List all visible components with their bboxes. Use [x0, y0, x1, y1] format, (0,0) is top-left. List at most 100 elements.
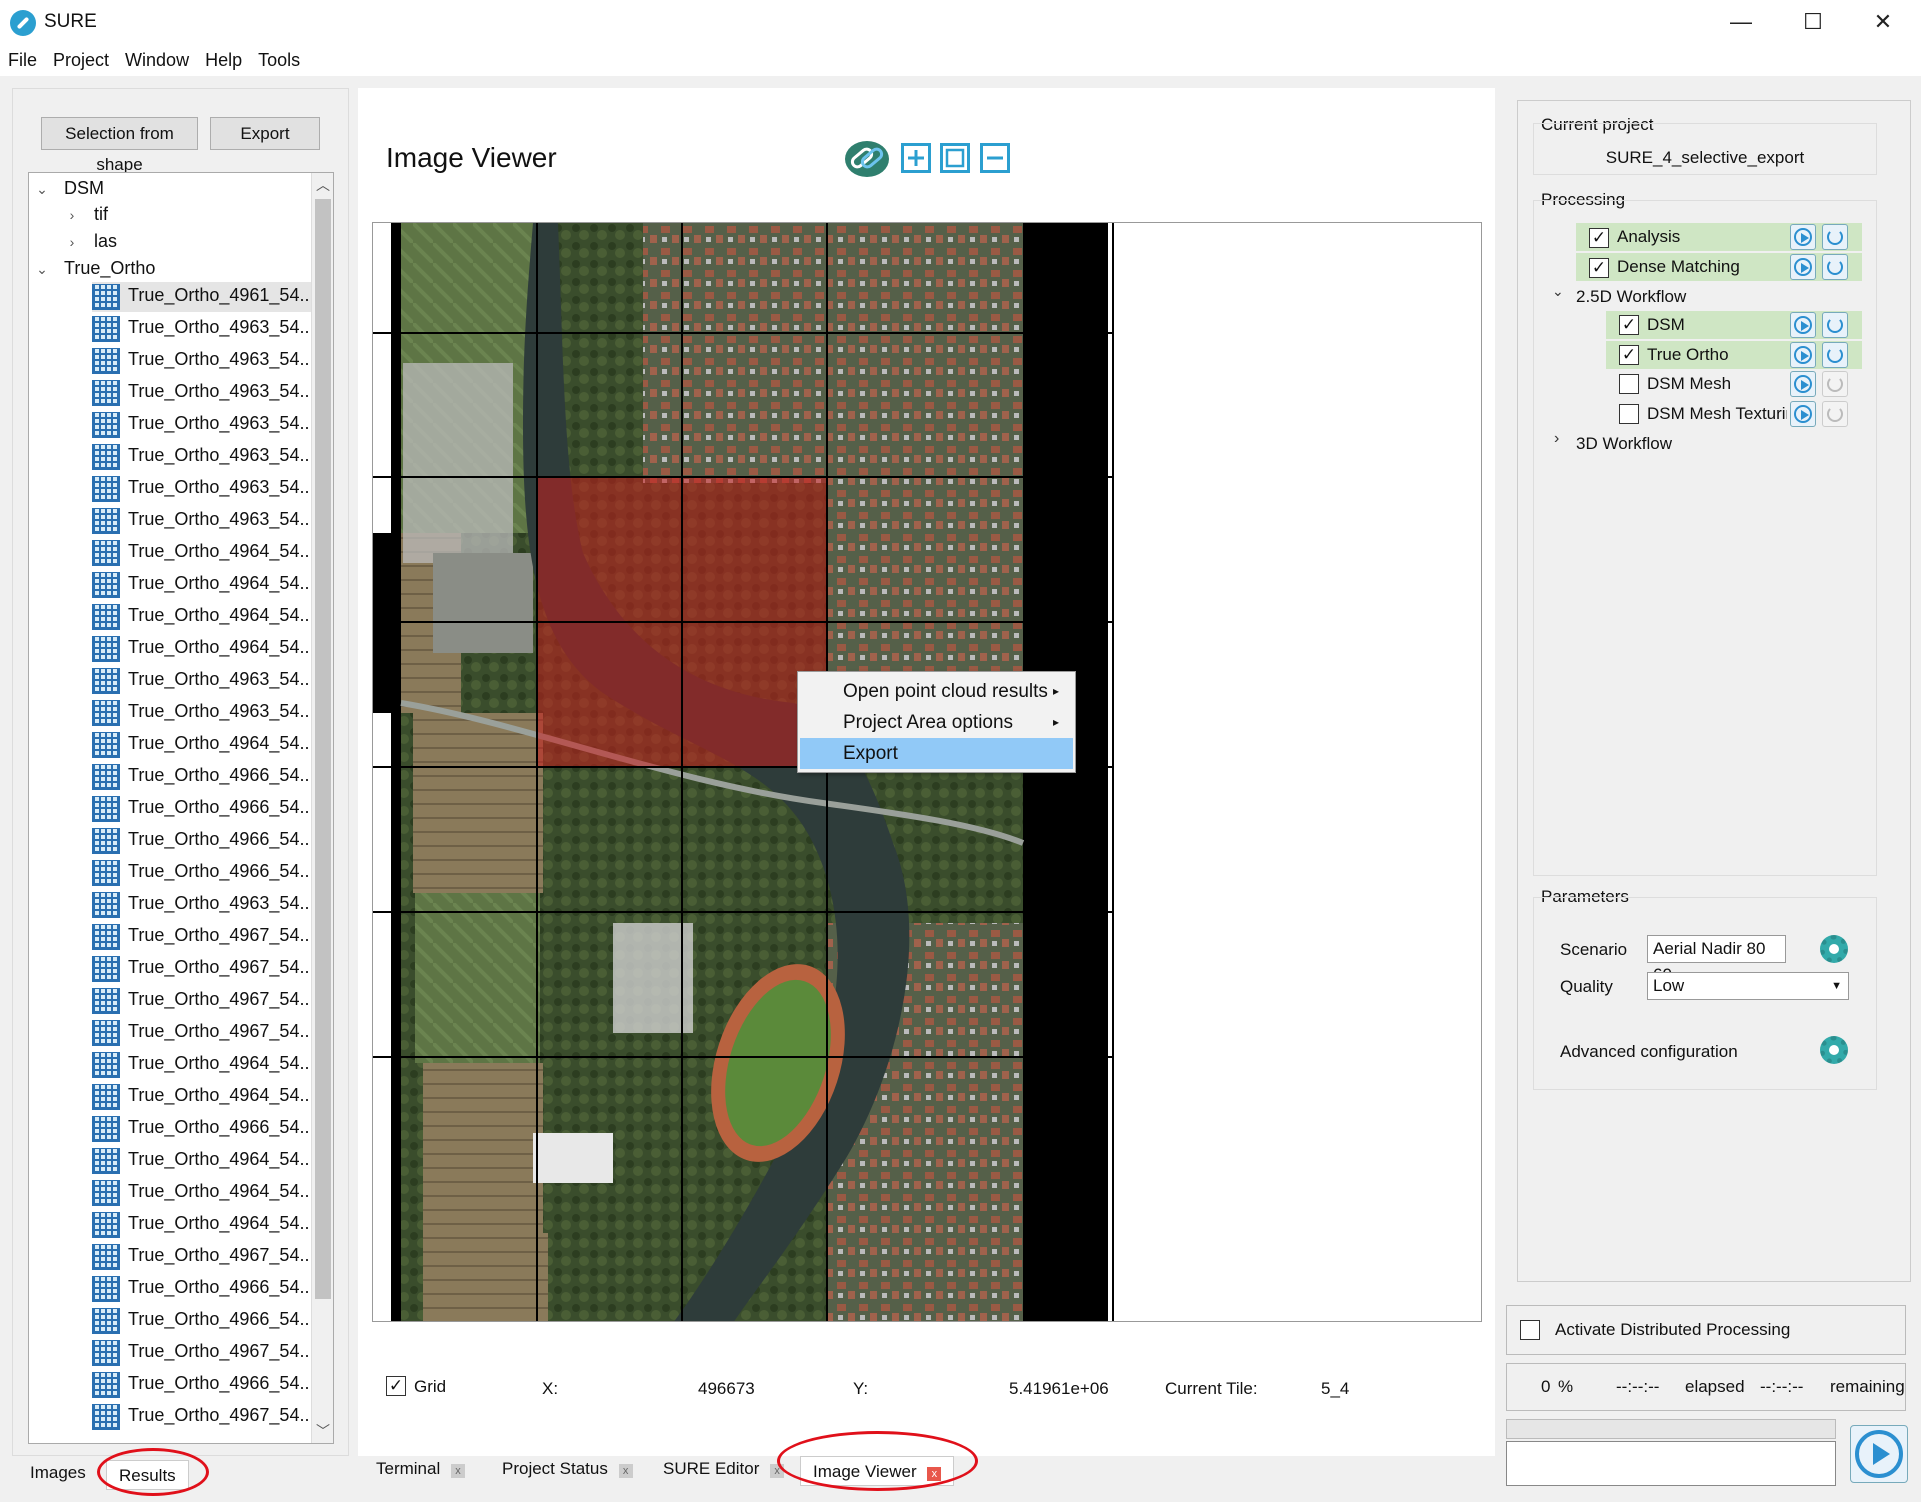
tree-item-true-ortho-tile[interactable]: True_Ortho_4963_54... [92, 314, 314, 344]
analysis-checkbox[interactable]: ✓ [1589, 228, 1609, 248]
zoom-out-icon[interactable] [980, 143, 1010, 173]
chevron-right-icon[interactable]: › [65, 229, 79, 256]
dense-matching-checkbox[interactable]: ✓ [1589, 258, 1609, 278]
tree-item-true-ortho-tile[interactable]: True_Ortho_4964_54... [92, 1082, 314, 1112]
tree-item-true-ortho-tile[interactable]: True_Ortho_4967_54... [92, 1338, 314, 1368]
tree-node-dsm[interactable]: ⌄ DSM [35, 175, 104, 202]
reset-dense-matching-icon[interactable] [1822, 254, 1848, 280]
grid-checkbox[interactable]: ✓ [386, 1376, 406, 1396]
reset-true-ortho-icon[interactable] [1822, 342, 1848, 368]
tree-item-true-ortho-tile[interactable]: True_Ortho_4964_54... [92, 538, 314, 568]
menu-file[interactable]: File [8, 44, 45, 76]
close-tab-icon[interactable]: x [450, 1464, 465, 1478]
close-button[interactable]: ✕ [1848, 0, 1918, 44]
tree-item-true-ortho-tile[interactable]: True_Ortho_4964_54... [92, 602, 314, 632]
start-processing-button[interactable] [1850, 1425, 1908, 1483]
menu-window[interactable]: Window [125, 44, 197, 76]
scroll-down-arrow-icon[interactable]: ﹀ [312, 1419, 333, 1443]
tab-sure-editor[interactable]: SURE Editor x [651, 1454, 796, 1484]
run-dsm-mesh-texturing-icon[interactable] [1790, 401, 1816, 427]
close-tab-icon[interactable]: x [618, 1464, 633, 1478]
tree-item-true-ortho-tile[interactable]: True_Ortho_4967_54... [92, 986, 314, 1016]
tree-item-true-ortho-tile[interactable]: True_Ortho_4967_54... [92, 954, 314, 984]
tree-node-las[interactable]: › las [65, 228, 117, 255]
run-analysis-icon[interactable] [1790, 224, 1816, 250]
scenario-field[interactable]: Aerial Nadir 80 60 [1647, 935, 1786, 984]
tab-project-status[interactable]: Project Status x [490, 1454, 645, 1484]
tab-terminal[interactable]: Terminal x [364, 1454, 477, 1484]
tree-item-true-ortho-tile[interactable]: True_Ortho_4963_54... [92, 442, 314, 472]
tree-item-true-ortho-tile[interactable]: True_Ortho_4967_54... [92, 922, 314, 952]
chevron-down-icon[interactable]: ⌄ [1552, 283, 1564, 300]
tree-item-true-ortho-tile[interactable]: True_Ortho_4964_54... [92, 570, 314, 600]
dropdown-arrow-icon[interactable]: ▼ [1831, 973, 1842, 999]
tree-item-true-ortho-tile[interactable]: True_Ortho_4966_54... [92, 1274, 314, 1304]
menu-item-open-point-cloud-results[interactable]: Open point cloud results ▸ [800, 676, 1073, 707]
reset-dsm-icon[interactable] [1822, 312, 1848, 338]
chevron-down-icon[interactable]: ⌄ [35, 176, 49, 203]
tab-images[interactable]: Images [18, 1458, 98, 1488]
run-true-ortho-icon[interactable] [1790, 342, 1816, 368]
dsm-checkbox[interactable]: ✓ [1619, 315, 1639, 335]
tree-item-true-ortho-tile[interactable]: True_Ortho_4964_54... [92, 1146, 314, 1176]
tree-scrollbar[interactable]: ︿ ﹀ [311, 173, 333, 1443]
link-icon[interactable] [843, 139, 891, 179]
menu-tools[interactable]: Tools [258, 44, 308, 76]
zoom-in-icon[interactable] [901, 143, 931, 173]
tree-node-tif[interactable]: › tif [65, 201, 108, 228]
minimize-button[interactable]: — [1706, 0, 1776, 44]
advanced-configuration-gear-icon[interactable] [1820, 1036, 1848, 1064]
tree-item-true-ortho-tile[interactable]: True_Ortho_4964_54... [92, 1210, 314, 1240]
dsm-mesh-texturing-checkbox[interactable] [1619, 404, 1639, 424]
menu-project[interactable]: Project [53, 44, 117, 76]
scenario-settings-gear-icon[interactable] [1820, 935, 1848, 963]
tree-node-true-ortho[interactable]: ⌄ True_Ortho [35, 255, 155, 282]
tree-item-true-ortho-tile[interactable]: True_Ortho_4964_54... [92, 1178, 314, 1208]
tree-item-true-ortho-tile[interactable]: True_Ortho_4966_54... [92, 1370, 314, 1400]
tree-item-true-ortho-tile[interactable]: True_Ortho_4961_54... [92, 282, 314, 312]
true-ortho-checkbox[interactable]: ✓ [1619, 345, 1639, 365]
scroll-up-arrow-icon[interactable]: ︿ [312, 173, 333, 197]
tree-item-true-ortho-tile[interactable]: True_Ortho_4963_54... [92, 378, 314, 408]
run-dense-matching-icon[interactable] [1790, 254, 1816, 280]
tree-item-true-ortho-tile[interactable]: True_Ortho_4967_54... [92, 1402, 314, 1432]
tree-item-true-ortho-tile[interactable]: True_Ortho_4963_54... [92, 890, 314, 920]
tree-item-true-ortho-tile[interactable]: True_Ortho_4963_54... [92, 698, 314, 728]
run-dsm-icon[interactable] [1790, 312, 1816, 338]
menu-item-project-area-options[interactable]: Project Area options ▸ [800, 707, 1073, 738]
tree-item-true-ortho-tile[interactable]: True_Ortho_4963_54... [92, 474, 314, 504]
tree-item-true-ortho-tile[interactable]: True_Ortho_4963_54... [92, 410, 314, 440]
tree-item-true-ortho-tile[interactable]: True_Ortho_4966_54... [92, 858, 314, 888]
tree-item-true-ortho-tile[interactable]: True_Ortho_4967_54... [92, 1018, 314, 1048]
tree-item-true-ortho-tile[interactable]: True_Ortho_4963_54... [92, 346, 314, 376]
tree-item-true-ortho-tile[interactable]: True_Ortho_4966_54... [92, 1114, 314, 1144]
tree-item-true-ortho-tile[interactable]: True_Ortho_4966_54... [92, 826, 314, 856]
menu-help[interactable]: Help [205, 44, 250, 76]
fit-to-window-icon[interactable] [940, 143, 970, 173]
tree-item-true-ortho-tile[interactable]: True_Ortho_4966_54... [92, 762, 314, 792]
dsm-mesh-checkbox[interactable] [1619, 374, 1639, 394]
workflow-3d-label[interactable]: 3D Workflow [1576, 430, 1672, 458]
tree-item-true-ortho-tile[interactable]: True_Ortho_4964_54... [92, 1050, 314, 1080]
distributed-processing-checkbox[interactable] [1520, 1320, 1540, 1340]
workflow-25d-label[interactable]: 2.5D Workflow [1576, 283, 1686, 311]
maximize-button[interactable]: ☐ [1778, 0, 1848, 44]
tree-item-true-ortho-tile[interactable]: True_Ortho_4963_54... [92, 666, 314, 696]
scroll-thumb[interactable] [315, 199, 331, 1299]
menu-item-export[interactable]: Export [800, 738, 1073, 769]
tree-item-true-ortho-tile[interactable]: True_Ortho_4967_54... [92, 1242, 314, 1272]
selection-from-shape-button[interactable]: Selection from shape [41, 117, 198, 174]
advanced-configuration-label: Advanced configuration [1560, 1042, 1738, 1061]
tree-item-true-ortho-tile[interactable]: True_Ortho_4963_54... [92, 506, 314, 536]
run-dsm-mesh-icon[interactable] [1790, 371, 1816, 397]
chevron-down-icon[interactable]: ⌄ [35, 256, 49, 283]
tree-item-true-ortho-tile[interactable]: True_Ortho_4966_54... [92, 1306, 314, 1336]
tree-item-true-ortho-tile[interactable]: True_Ortho_4966_54... [92, 794, 314, 824]
chevron-right-icon[interactable]: › [65, 202, 79, 229]
quality-select[interactable]: Low ▼ [1647, 972, 1849, 1000]
chevron-right-icon[interactable]: › [1554, 430, 1559, 448]
tree-item-true-ortho-tile[interactable]: True_Ortho_4964_54... [92, 634, 314, 664]
export-button[interactable]: Export [210, 117, 320, 150]
tree-item-true-ortho-tile[interactable]: True_Ortho_4964_54... [92, 730, 314, 760]
reset-analysis-icon[interactable] [1822, 224, 1848, 250]
